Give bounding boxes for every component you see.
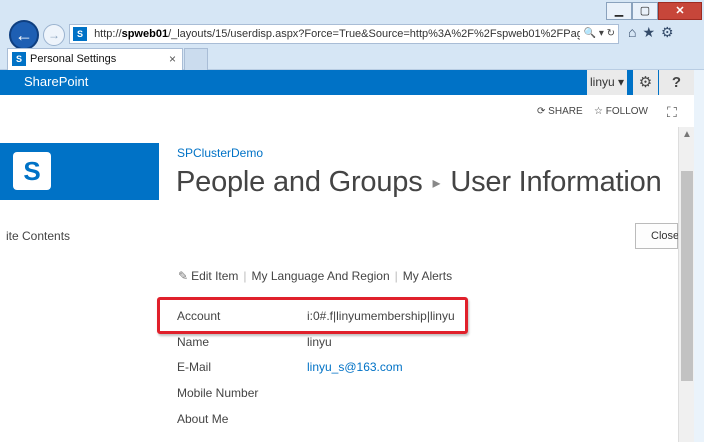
scroll-thumb[interactable]	[681, 171, 693, 381]
nav-site-contents[interactable]: ite Contents	[6, 229, 70, 243]
tab-close-icon[interactable]: ×	[169, 49, 176, 69]
suite-bar: SharePoint linyu ▾ ⚙ ?	[0, 70, 694, 95]
sharepoint-brand[interactable]: SharePoint	[24, 74, 88, 89]
field-value-email[interactable]: linyu_s@163.com	[307, 360, 403, 374]
vertical-scrollbar[interactable]: ▲	[678, 127, 694, 442]
address-bar-icons[interactable]: 🔍 ▾ ↻	[579, 25, 615, 43]
focus-mode-icon[interactable]: ⛶	[667, 104, 677, 121]
field-value-name: linyu	[307, 335, 332, 349]
arrow-left-icon: ←	[15, 25, 33, 45]
help-icon[interactable]: ?	[659, 70, 694, 95]
edit-icon: ✎	[178, 269, 189, 283]
address-bar[interactable]: S http://spweb01/_layouts/15/userdisp.as…	[69, 24, 619, 44]
back-button[interactable]: ←	[9, 20, 39, 50]
share-button[interactable]: ⟳ SHARE	[537, 106, 583, 117]
scroll-up-icon[interactable]: ▲	[679, 129, 695, 140]
site-link[interactable]: SPClusterDemo	[177, 146, 263, 160]
breadcrumb-separator-icon: ▸	[432, 175, 441, 193]
highlight-box	[157, 297, 468, 334]
user-menu[interactable]: linyu ▾	[587, 70, 627, 95]
close-window-button[interactable]: ✕	[658, 2, 702, 20]
toolbar-separator: |	[394, 269, 398, 283]
my-language-link[interactable]: My Language And Region	[252, 269, 390, 283]
new-tab-button[interactable]	[184, 48, 208, 70]
arrow-right-icon: →	[48, 28, 60, 42]
toolbar-separator: |	[243, 269, 247, 283]
page-title-current: User Information	[450, 166, 662, 198]
page-title-breadcrumb[interactable]: People and Groups	[176, 166, 423, 198]
maximize-button[interactable]: ▢	[632, 2, 658, 20]
field-label-about: About Me	[177, 412, 229, 426]
my-alerts-link[interactable]: My Alerts	[403, 269, 452, 283]
sharepoint-favicon-icon: S	[73, 27, 87, 41]
follow-button[interactable]: ☆ FOLLOW	[594, 106, 648, 117]
minimize-button[interactable]: ▁	[606, 2, 632, 20]
field-label-mobile: Mobile Number	[177, 386, 259, 400]
field-label-email: E-Mail	[177, 360, 212, 374]
tab-title: Personal Settings	[30, 53, 117, 65]
field-label-name: Name	[177, 335, 210, 349]
site-logo[interactable]: S	[0, 143, 159, 200]
gear-icon[interactable]: ⚙	[633, 70, 658, 95]
forward-button[interactable]: →	[43, 24, 65, 46]
sharepoint-favicon-icon: S	[12, 52, 26, 66]
sharepoint-logo-icon: S	[13, 152, 51, 190]
star-icon: ☆	[594, 106, 603, 117]
page-title: People and Groups ▸ User Information	[176, 166, 662, 199]
edit-item-link[interactable]: Edit Item	[191, 269, 238, 283]
browser-toolbar-icons[interactable]: ⌂★⚙	[628, 24, 680, 41]
tab-personal-settings[interactable]: S Personal Settings ×	[7, 48, 183, 70]
close-button[interactable]: Close	[635, 223, 679, 249]
share-icon: ⟳	[537, 106, 546, 117]
address-url: http://spweb01/_layouts/15/userdisp.aspx…	[94, 28, 611, 40]
item-toolbar: ✎ Edit Item | My Language And Region | My Ale…	[178, 269, 452, 283]
